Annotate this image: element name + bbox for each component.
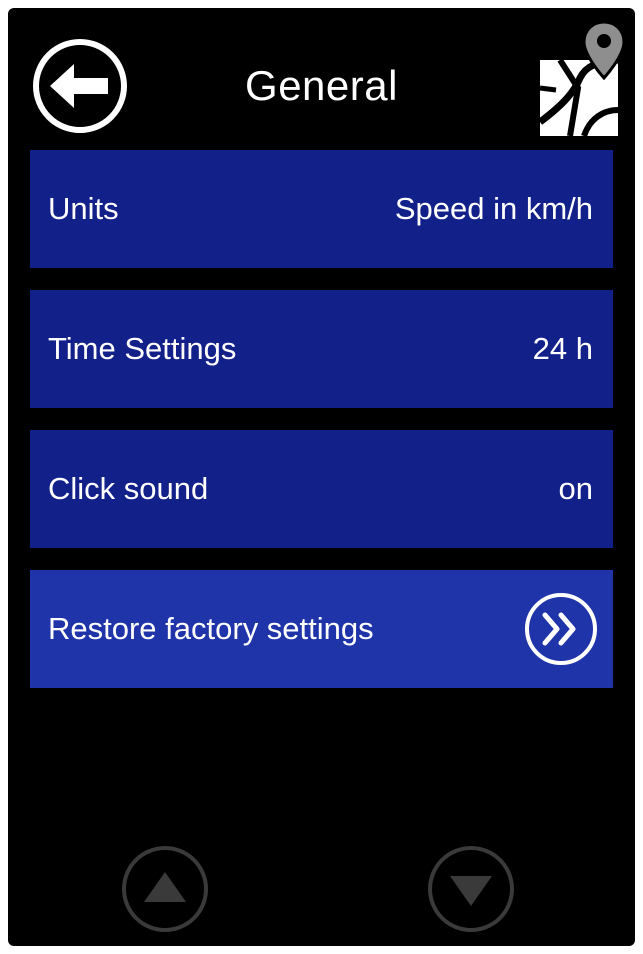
map-button[interactable] [534,18,630,138]
units-value: Speed in km/h [394,191,593,226]
units-label: Units [48,191,119,226]
units-row[interactable]: Units Speed in km/h [30,150,613,268]
scroll-up-button[interactable] [120,844,210,934]
click-sound-label: Click sound [48,471,209,506]
time-settings-row[interactable]: Time Settings 24 h [30,290,613,408]
scroll-up-icon [122,846,208,932]
click-sound-value: on [558,471,593,506]
double-chevron-right-icon[interactable] [523,591,599,667]
device-screen: General Units Speed in km/h Time Setting… [8,8,635,946]
header: General [8,8,635,148]
click-sound-row[interactable]: Click sound on [30,430,613,548]
scroll-down-icon [428,846,514,932]
scroll-down-button[interactable] [426,844,516,934]
time-settings-value: 24 h [532,331,593,366]
time-settings-label: Time Settings [48,331,237,366]
restore-factory-settings-label: Restore factory settings [48,611,374,646]
settings-menu: Units Speed in km/h Time Settings 24 h C… [30,150,613,710]
restore-factory-settings-row[interactable]: Restore factory settings [30,570,613,688]
map-pin-icon [537,20,626,138]
